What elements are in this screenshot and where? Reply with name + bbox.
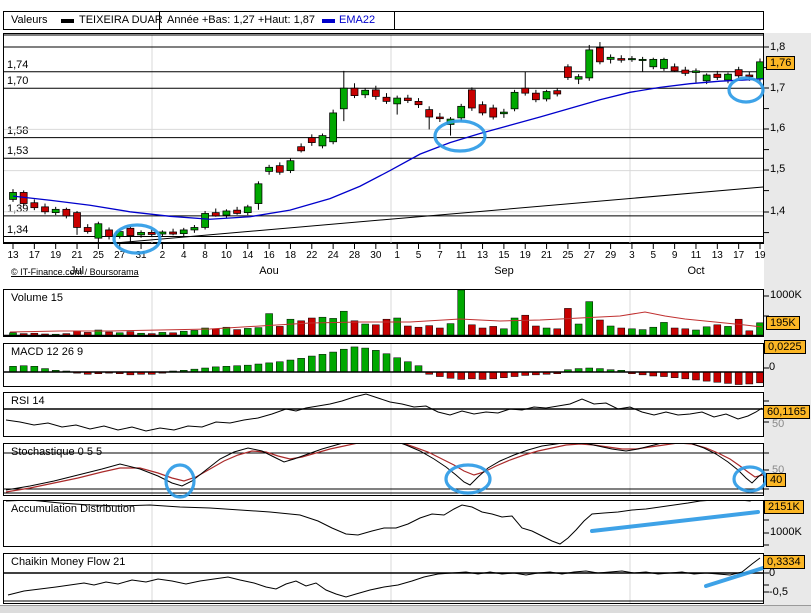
watermark-link[interactable]: © IT-Finance.com / Boursorama (11, 267, 139, 277)
last-price-badge: 1,76 (766, 56, 796, 70)
volume-scale-label: 1000K (770, 289, 802, 301)
price-axis-label: 1,6 (770, 122, 786, 134)
price-axis-label: 1,8 (770, 41, 786, 53)
legend-divider (394, 12, 395, 29)
rsi-badge: 60,1165 (763, 405, 810, 419)
accumulation-badge: 2151K (764, 500, 804, 514)
chaikin-neg-label: -0,5 (769, 586, 788, 598)
macd-zero-label: 0 (769, 361, 776, 373)
ema-label: EMA22 (339, 14, 376, 26)
accumulation-canvas (6, 501, 752, 546)
rsi-mid-label: 50 (772, 418, 785, 430)
chaikin-panel: Chaikin Money Flow 21 (3, 553, 764, 604)
price-series-swatch-icon (61, 19, 74, 23)
price-axis-label: 1,5 (770, 163, 786, 175)
chaikin-badge: 0,3334 (763, 555, 805, 569)
macd-panel: MACD 12 26 9 (3, 343, 764, 387)
chart-application: Valeurs TEIXEIRA DUAR Année +Bas: 1,27 +… (0, 0, 811, 613)
month-label: Sep (494, 265, 514, 277)
rsi-panel: RSI 14 (3, 392, 764, 437)
ema-swatch-icon (322, 19, 335, 23)
macd-badge: 0,0225 (764, 340, 806, 354)
accum-scale-label: 1000K (770, 526, 802, 538)
x-axis-ticks (12, 244, 761, 249)
price-axis-label: 1,7 (770, 82, 786, 94)
legend-bar: Valeurs TEIXEIRA DUAR Année +Bas: 1,27 +… (3, 11, 764, 30)
accumulation-panel: Accumulation Distribution (3, 500, 764, 547)
price-chart-panel: © IT-Finance.com / Boursorama (3, 33, 764, 277)
month-label: Aou (259, 265, 279, 277)
macd-histogram (9, 346, 763, 385)
valeurs-label: Valeurs (11, 14, 48, 26)
macd-canvas (4, 344, 763, 386)
stochastic-badge: 40 (766, 473, 787, 487)
chaikin-canvas (4, 554, 763, 603)
year-range-label: Année +Bas: 1,27 +Haut: 1,87 (167, 14, 316, 26)
stochastic-canvas (4, 444, 763, 495)
stochastic-panel: Stochastique 0 5 5 (3, 443, 764, 496)
volume-canvas (4, 290, 763, 336)
volume-panel: Volume 15 (3, 289, 764, 337)
bottom-strip (0, 605, 811, 613)
rsi-canvas (4, 393, 763, 436)
month-label: Oct (687, 265, 705, 277)
symbol-label: TEIXEIRA DUAR (79, 14, 163, 26)
price-axis-label: 1,4 (770, 205, 786, 217)
price-chart-canvas (4, 34, 763, 243)
legend-divider (159, 12, 160, 29)
volume-badge: 195K (766, 316, 800, 330)
